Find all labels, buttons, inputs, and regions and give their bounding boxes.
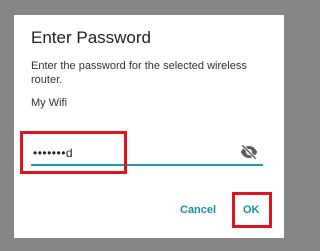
cancel-button[interactable]: Cancel [180,204,216,216]
dialog-message: Enter the password for the selected wire… [31,60,247,86]
dialog-title: Enter Password [31,28,151,47]
password-highlight-box [20,131,127,174]
ok-highlight-box [232,192,272,228]
password-dialog: Enter Password Enter the password for th… [14,15,284,238]
eye-off-icon[interactable] [239,143,259,161]
network-name: My Wifi [31,97,68,109]
